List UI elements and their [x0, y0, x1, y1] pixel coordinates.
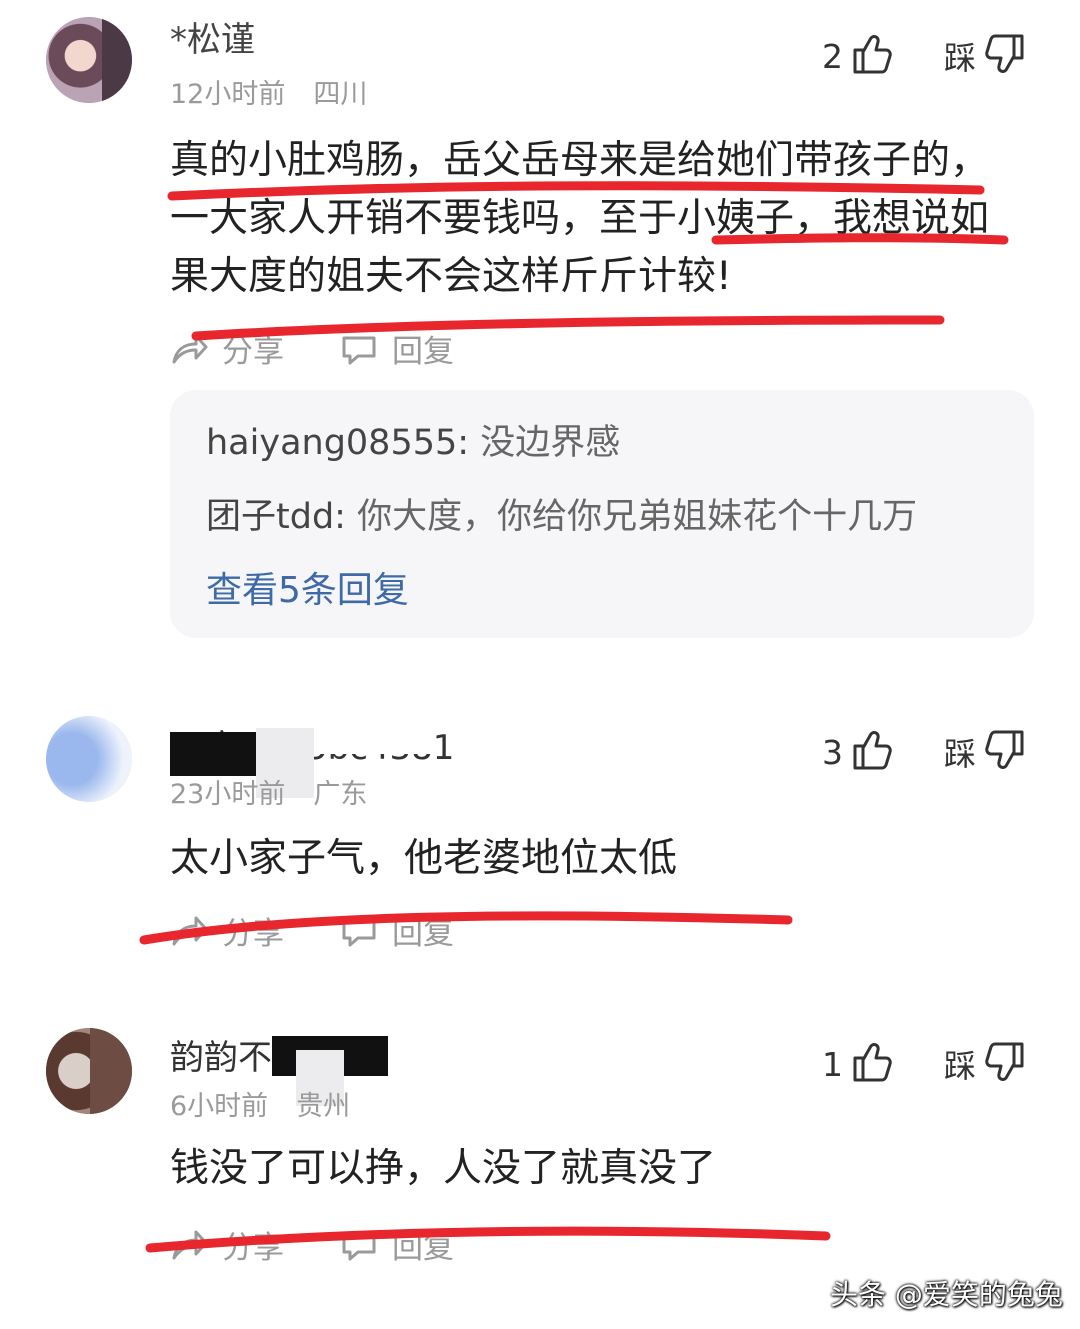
share-icon [172, 1230, 208, 1259]
comment-meta: 6小时前 贵州 [170, 1084, 350, 1123]
reply-text: 你大度，你给你兄弟姐妹花个十几万 [357, 497, 918, 537]
like-count: 3 [822, 732, 843, 772]
share-icon [172, 334, 208, 363]
share-label: 分享 [222, 916, 284, 952]
thumbs-up-icon [849, 728, 893, 776]
thumbs-down-icon [984, 1040, 1028, 1088]
comment-meta: 12小时前 四川 [170, 72, 367, 111]
reply-preview[interactable]: haiyang08555: 没边界感 团子tdd: 你大度，你给你兄弟姐妹花个十… [170, 390, 1034, 638]
comment-bubble-icon [342, 918, 376, 946]
share-label: 分享 [222, 334, 284, 370]
share-icon [172, 916, 208, 945]
reply-button[interactable]: 回复 [340, 326, 454, 371]
location: 广东 [313, 779, 368, 810]
share-button[interactable]: 分享 [170, 1222, 284, 1267]
username[interactable]: *松谨 [170, 12, 255, 61]
avatar[interactable] [46, 1028, 132, 1114]
comment-meta: 23小时前 广东 [170, 772, 367, 811]
location: 四川 [313, 79, 368, 110]
share-label: 分享 [222, 1230, 284, 1266]
reply-label: 回复 [392, 334, 454, 370]
dislike-label: 踩 [944, 735, 977, 773]
like-button[interactable]: 2 [822, 32, 893, 80]
dislike-button[interactable]: 踩 [944, 32, 1028, 80]
reply-user[interactable]: 团子tdd [206, 497, 334, 537]
comment-actions: 分享 回复 [170, 1222, 454, 1267]
reply-button[interactable]: 回复 [340, 908, 454, 953]
comment-actions: 分享 回复 [170, 908, 454, 953]
comment-bubble-icon [342, 336, 376, 364]
dislike-label: 踩 [944, 39, 977, 77]
dislike-label: 踩 [944, 1047, 977, 1085]
username-redaction [170, 732, 260, 776]
thumbs-down-icon [984, 728, 1028, 776]
reply-item[interactable]: haiyang08555: 没边界感 [206, 418, 998, 492]
view-more-replies-link[interactable]: 查看5条回复 [206, 566, 998, 616]
reply-user[interactable]: haiyang08555 [206, 423, 457, 463]
avatar[interactable] [46, 716, 132, 802]
comment-text: 真的小肚鸡肠，岳父岳母来是给她们带孩子的，一大家人开销不要钱吗，至于小姨子，我想… [170, 138, 990, 299]
avatar[interactable] [46, 17, 132, 103]
share-button[interactable]: 分享 [170, 908, 284, 953]
watermark: 头条 @爱笑的兔兔 [830, 1278, 1063, 1311]
share-button[interactable]: 分享 [170, 326, 284, 371]
like-button[interactable]: 3 [822, 728, 893, 776]
like-count: 2 [822, 36, 843, 76]
thumbs-down-icon [984, 32, 1028, 80]
reply-item[interactable]: 团子tdd: 你大度，你给你兄弟姐妹花个十几万 [206, 492, 998, 566]
location: 贵州 [296, 1091, 351, 1122]
comment-bubble-icon [342, 1232, 376, 1260]
like-count: 1 [822, 1044, 843, 1084]
reply-label: 回复 [392, 1230, 454, 1266]
username-redaction [262, 8, 302, 48]
username-redaction [314, 712, 434, 754]
dislike-button[interactable]: 踩 [944, 728, 1028, 776]
like-button[interactable]: 1 [822, 1040, 893, 1088]
comment-text: 钱没了可以挣，人没了就真没了 [170, 1146, 717, 1191]
comment-text: 太小家子气，他老婆地位太低 [170, 836, 678, 881]
thumbs-up-icon [849, 32, 893, 80]
timestamp: 23小时前 [170, 779, 286, 810]
reply-text: 没边界感 [480, 423, 621, 463]
timestamp: 12小时前 [170, 79, 286, 110]
dislike-button[interactable]: 踩 [944, 1040, 1028, 1088]
thumbs-up-icon [849, 1040, 893, 1088]
timestamp: 6小时前 [170, 1091, 269, 1122]
reply-button[interactable]: 回复 [340, 1222, 454, 1267]
comment-actions: 分享 回复 [170, 326, 454, 371]
reply-label: 回复 [392, 916, 454, 952]
